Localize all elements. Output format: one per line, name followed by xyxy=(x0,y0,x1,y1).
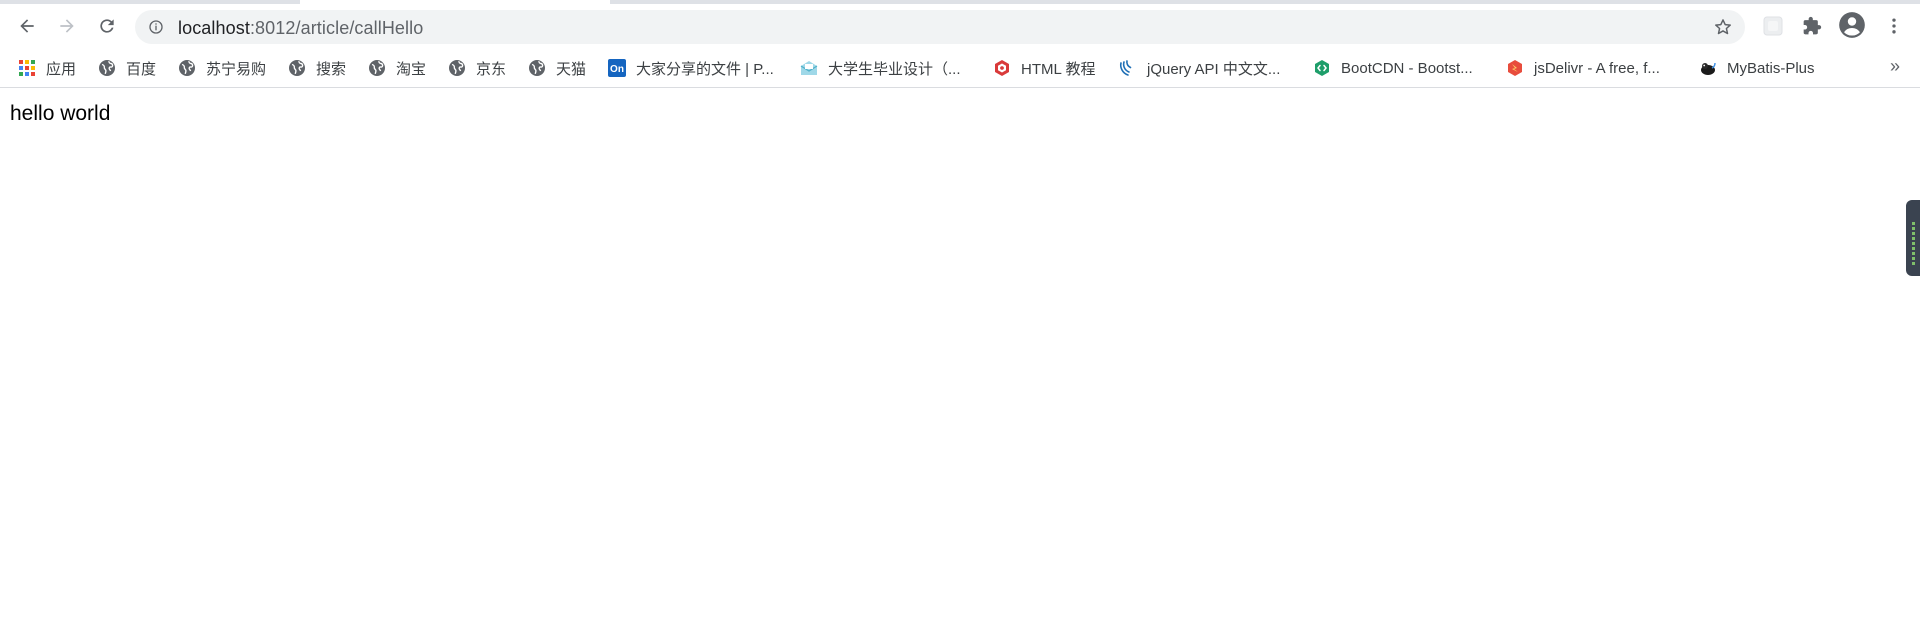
runoob-logo-icon xyxy=(993,59,1011,77)
profile-icon[interactable] xyxy=(1838,11,1866,39)
bookmark-jquery-api[interactable]: jQuery API 中文文... xyxy=(1119,57,1280,79)
bookmark-label: 搜索 xyxy=(316,60,347,78)
globe-icon xyxy=(528,59,546,77)
apps-grid-icon xyxy=(18,59,36,77)
jquery-logo-icon xyxy=(1119,59,1137,77)
arrow-right-icon xyxy=(60,19,74,33)
url-text[interactable]: localhost:8012/article/callHello xyxy=(178,18,423,39)
kebab-menu-icon[interactable] xyxy=(1880,12,1908,40)
globe-icon xyxy=(98,59,116,77)
jsdelivr-logo-icon xyxy=(1506,59,1524,77)
bookmark-label: 淘宝 xyxy=(396,60,427,78)
globe-icon xyxy=(368,59,386,77)
mybatis-logo-icon xyxy=(1699,59,1717,77)
url-host: localhost xyxy=(178,18,250,38)
bookmark-taobao[interactable]: 淘宝 xyxy=(368,57,426,79)
bookmark-apps[interactable]: 应用 xyxy=(18,57,76,79)
bookmark-suning[interactable]: 苏宁易购 xyxy=(178,57,266,79)
bookmarks-overflow-button[interactable]: » xyxy=(1890,56,1900,77)
bookmark-label: BootCDN - Bootst... xyxy=(1341,59,1473,77)
bookmark-label: 苏宁易购 xyxy=(206,60,267,78)
bookmark-label: HTML 教程 xyxy=(1021,60,1096,78)
arrow-left-icon xyxy=(20,19,34,33)
info-icon[interactable] xyxy=(148,19,164,35)
back-button[interactable] xyxy=(11,10,43,42)
bookmark-jd[interactable]: 京东 xyxy=(448,57,506,79)
star-icon[interactable] xyxy=(1713,17,1733,37)
bookmark-tmall[interactable]: 天猫 xyxy=(528,57,586,79)
bookmark-label: 百度 xyxy=(126,60,157,78)
bookmark-label: jQuery API 中文文... xyxy=(1147,60,1281,78)
on-logo-icon: On xyxy=(608,59,626,77)
puzzle-icon[interactable] xyxy=(1798,12,1826,40)
globe-icon xyxy=(288,59,306,77)
bookmark-search[interactable]: 搜索 xyxy=(288,57,346,79)
bookmark-label: 应用 xyxy=(46,60,77,78)
bookmark-graduation-design[interactable]: 大学生毕业设计（... xyxy=(800,57,961,79)
bookmark-label: 大学生毕业设计（... xyxy=(828,60,961,78)
bookmark-html-tutorial[interactable]: HTML 教程 xyxy=(993,57,1095,79)
globe-icon xyxy=(448,59,466,77)
extension-placeholder-icon[interactable] xyxy=(1759,12,1787,40)
bookmark-label: jsDelivr - A free, f... xyxy=(1534,59,1660,77)
bookmark-jsdelivr[interactable]: jsDelivr - A free, f... xyxy=(1506,57,1660,79)
browser-toolbar: localhost:8012/article/callHello xyxy=(0,4,1920,48)
page-content-text: hello world xyxy=(10,102,111,125)
reload-button[interactable] xyxy=(91,10,123,42)
bookmark-label: 京东 xyxy=(476,60,507,78)
bookmark-baidu[interactable]: 百度 xyxy=(98,57,156,79)
bootcdn-logo-icon xyxy=(1313,59,1331,77)
mail-logo-icon xyxy=(800,59,818,77)
bookmark-mybatis-plus[interactable]: MyBatis-Plus xyxy=(1699,57,1815,79)
url-path: :8012/article/callHello xyxy=(249,18,424,38)
side-panel-meter-icon xyxy=(1912,222,1915,266)
side-panel-handle[interactable] xyxy=(1906,200,1920,276)
reload-icon xyxy=(100,19,114,33)
globe-icon xyxy=(178,59,196,77)
bookmark-bootcdn[interactable]: BootCDN - Bootst... xyxy=(1313,57,1473,79)
svg-text:On: On xyxy=(610,64,624,75)
bookmark-label: 大家分享的文件 | P... xyxy=(636,60,774,78)
bookmark-shared-files[interactable]: On 大家分享的文件 | P... xyxy=(608,57,774,79)
bookmarks-bar: 应用 百度 苏宁易购 搜索 淘宝 京东 天猫 On 大家分享的文件 | P...… xyxy=(0,48,1920,88)
forward-button[interactable] xyxy=(51,10,83,42)
bookmark-label: MyBatis-Plus xyxy=(1727,59,1815,77)
bookmark-label: 天猫 xyxy=(556,60,587,78)
address-bar[interactable]: localhost:8012/article/callHello xyxy=(135,10,1745,44)
